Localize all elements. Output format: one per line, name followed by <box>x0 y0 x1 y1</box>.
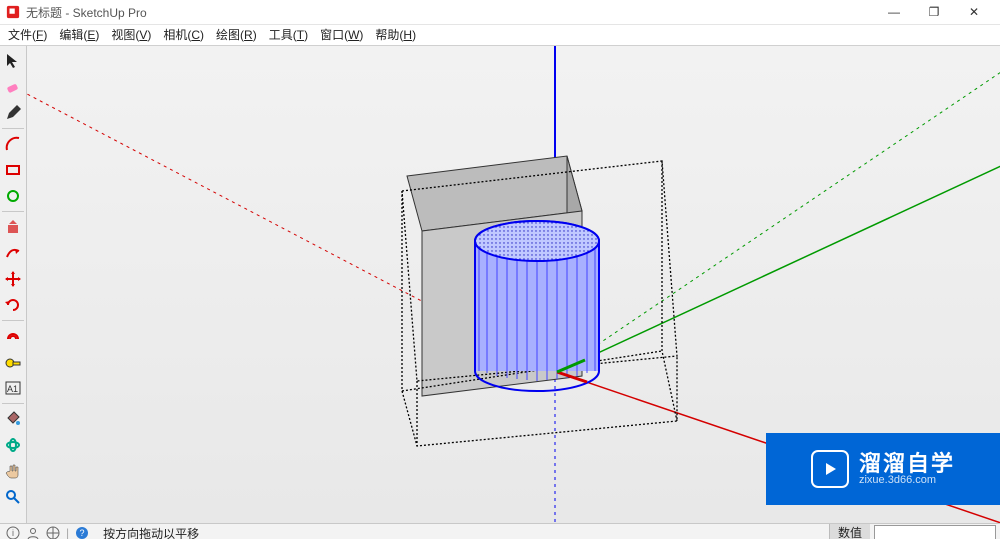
circle-tool[interactable] <box>1 184 25 208</box>
menu-e[interactable]: 编辑(E) <box>53 25 105 45</box>
bucket-icon <box>5 411 21 427</box>
line-tool[interactable] <box>1 101 25 125</box>
app-icon <box>6 5 20 19</box>
arc-tool[interactable] <box>1 132 25 156</box>
statusbar: i | ? 按方向拖动以平移 数值 <box>0 523 1000 539</box>
info-icon[interactable]: i <box>6 526 20 539</box>
pushpull-icon <box>5 219 21 235</box>
tape-icon <box>5 354 21 370</box>
eraser-icon <box>5 79 21 95</box>
menu-c[interactable]: 相机(C) <box>157 25 210 45</box>
window-title: 无标题 - SketchUp Pro <box>26 4 147 21</box>
arc-icon <box>5 136 21 152</box>
maximize-button[interactable]: ❐ <box>914 0 954 24</box>
offset-icon <box>5 328 21 344</box>
move-tool[interactable] <box>1 267 25 291</box>
move-icon <box>5 271 21 287</box>
left-toolbar: A1 <box>0 46 27 523</box>
titlebar: 无标题 - SketchUp Pro — ❐ ✕ <box>0 0 1000 25</box>
menu-r[interactable]: 绘图(R) <box>210 25 263 45</box>
tape-tool[interactable] <box>1 350 25 374</box>
rotate-icon <box>5 297 21 313</box>
pan-tool[interactable] <box>1 459 25 483</box>
play-icon <box>811 450 849 488</box>
pushpull-tool[interactable] <box>1 215 25 239</box>
rotate-tool[interactable] <box>1 293 25 317</box>
svg-text:i: i <box>12 528 14 538</box>
menu-w[interactable]: 窗口(W) <box>314 25 369 45</box>
menu-v[interactable]: 视图(V) <box>105 25 157 45</box>
pan-icon <box>5 463 21 479</box>
user-icon[interactable] <box>26 526 40 539</box>
watermark-overlay: 溜溜自学 zixue.3d66.com <box>766 433 1000 505</box>
status-hint: 按方向拖动以平移 <box>95 525 199 539</box>
text-icon: A1 <box>5 380 21 396</box>
watermark-url: zixue.3d66.com <box>859 475 955 487</box>
svg-text:?: ? <box>80 528 85 538</box>
circle-icon <box>5 188 21 204</box>
viewport[interactable]: 溜溜自学 zixue.3d66.com <box>27 46 1000 523</box>
menu-t[interactable]: 工具(T) <box>263 25 314 45</box>
zoom-tool[interactable] <box>1 485 25 509</box>
cursor-icon <box>5 53 21 69</box>
paint-tool[interactable] <box>1 407 25 431</box>
close-button[interactable]: ✕ <box>954 0 994 24</box>
zoom-icon <box>5 489 21 505</box>
eraser-tool[interactable] <box>1 75 25 99</box>
pencil-icon <box>5 105 21 121</box>
vcb-label: 数值 <box>829 524 870 539</box>
menu-f[interactable]: 文件(F) <box>2 25 53 45</box>
help-icon[interactable]: ? <box>75 526 89 539</box>
menubar: 文件(F)编辑(E)视图(V)相机(C)绘图(R)工具(T)窗口(W)帮助(H) <box>0 25 1000 46</box>
minimize-button[interactable]: — <box>874 0 914 24</box>
select-tool[interactable] <box>1 49 25 73</box>
rect-icon <box>5 162 21 178</box>
svg-text:A1: A1 <box>7 384 18 394</box>
orbit-tool[interactable] <box>1 433 25 457</box>
followme-icon <box>5 245 21 261</box>
followme-tool[interactable] <box>1 241 25 265</box>
vcb-input[interactable] <box>874 525 996 539</box>
text-tool[interactable]: A1 <box>1 376 25 400</box>
geo-icon[interactable] <box>46 526 60 539</box>
menu-h[interactable]: 帮助(H) <box>369 25 422 45</box>
orbit-icon <box>5 437 21 453</box>
offset-tool[interactable] <box>1 324 25 348</box>
watermark-brand: 溜溜自学 <box>859 452 955 475</box>
rectangle-tool[interactable] <box>1 158 25 182</box>
